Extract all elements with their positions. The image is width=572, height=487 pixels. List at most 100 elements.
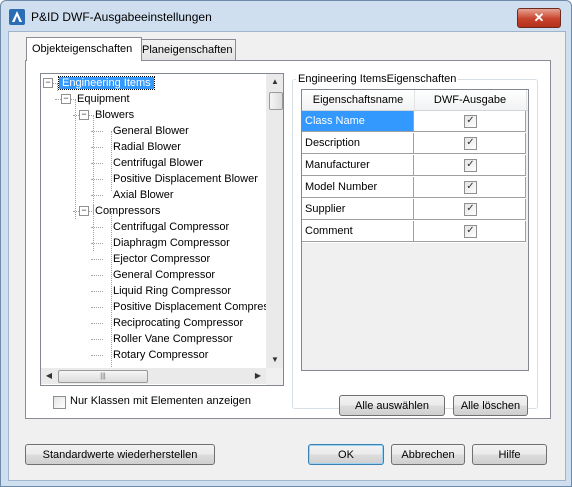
- property-row[interactable]: Description ✓: [302, 133, 526, 155]
- tree-connector: [91, 307, 103, 308]
- properties-grid[interactable]: Eigenschaftsname DWF-Ausgabe Class Name ✓…: [301, 89, 529, 371]
- column-header-property-name[interactable]: Eigenschaftsname: [302, 90, 415, 110]
- help-button[interactable]: Hilfe: [472, 444, 547, 465]
- restore-defaults-button[interactable]: Standardwerte wiederherstellen: [25, 444, 215, 465]
- tree-connector: [91, 355, 103, 356]
- tree-item-label: Engineering Items: [58, 76, 155, 90]
- tree-item-label: General Compressor: [113, 269, 216, 281]
- tree-item[interactable]: Blowers: [95, 107, 134, 123]
- close-icon: ✕: [533, 10, 545, 25]
- tree-item[interactable]: Compressors: [95, 203, 160, 219]
- tree-item[interactable]: Rotary Compressor: [113, 347, 208, 363]
- close-button[interactable]: ✕: [517, 8, 561, 28]
- property-row[interactable]: Class Name ✓: [302, 111, 526, 133]
- dwf-output-cell[interactable]: ✓: [414, 177, 526, 198]
- dwf-output-cell[interactable]: ✓: [414, 111, 526, 132]
- tree-item[interactable]: Liquid Ring Compressor: [113, 283, 231, 299]
- property-row[interactable]: Comment ✓: [302, 221, 526, 243]
- property-name-cell[interactable]: Manufacturer: [302, 155, 414, 176]
- tree-connector: [111, 131, 112, 191]
- scroll-down-icon[interactable]: ▼: [267, 352, 283, 368]
- dwf-output-cell[interactable]: ✓: [414, 133, 526, 154]
- scroll-left-icon[interactable]: ◀: [41, 368, 57, 384]
- tree-collapse-icon[interactable]: −: [61, 94, 71, 104]
- dialog-client-area: Objekteigenschaften Planeigenschaften − E…: [8, 31, 566, 481]
- property-row[interactable]: Supplier ✓: [302, 199, 526, 221]
- tree-item[interactable]: Positive Displacement Blower: [113, 171, 258, 187]
- tree-connector: [75, 99, 76, 219]
- tree-item-label: Centrifugal Blower: [113, 157, 203, 169]
- tree-item[interactable]: Centrifugal Compressor: [113, 219, 229, 235]
- scroll-right-icon[interactable]: ▶: [250, 368, 266, 384]
- tree-item-label: Ejector Compressor: [113, 253, 211, 265]
- property-name-cell[interactable]: Comment: [302, 221, 414, 242]
- tree-item[interactable]: Roller Vane Compressor: [113, 331, 233, 347]
- tree-item-label: Blowers: [95, 109, 135, 121]
- scroll-up-icon[interactable]: ▲: [267, 74, 283, 90]
- dwf-output-checkbox[interactable]: ✓: [464, 137, 477, 150]
- tree-item-label: Equipment: [77, 93, 130, 105]
- property-row[interactable]: Manufacturer ✓: [302, 155, 526, 177]
- dwf-output-checkbox[interactable]: ✓: [464, 225, 477, 238]
- tree-item-label: Radial Blower: [113, 141, 181, 153]
- dwf-output-cell[interactable]: ✓: [414, 199, 526, 220]
- tree-item[interactable]: Reciprocating Compressor: [113, 315, 243, 331]
- dwf-output-cell[interactable]: ✓: [414, 155, 526, 176]
- title-bar[interactable]: P&ID DWF-Ausgabeeinstellungen ✕: [1, 1, 571, 31]
- tree-item-selected[interactable]: Engineering Items: [58, 75, 155, 91]
- tree-connector: [93, 204, 94, 214]
- tab-panel: − Engineering Items − Equipment − Blowers Gene…: [25, 60, 551, 419]
- class-tree[interactable]: − Engineering Items − Equipment − Blowers Gene…: [40, 73, 284, 386]
- tree-connector: [91, 339, 103, 340]
- cancel-button[interactable]: Abbrechen: [391, 444, 465, 465]
- tab-object-properties[interactable]: Objekteigenschaften: [26, 37, 142, 61]
- tree-item[interactable]: Axial Blower: [113, 187, 174, 203]
- scroll-thumb-horizontal[interactable]: |||: [58, 370, 148, 383]
- select-all-button[interactable]: Alle auswählen: [339, 395, 445, 416]
- tree-item[interactable]: Diaphragm Compressor: [113, 235, 230, 251]
- tree-collapse-icon[interactable]: −: [79, 110, 89, 120]
- dwf-output-checkbox[interactable]: ✓: [464, 181, 477, 194]
- tree-item-label: Positive Displacement Compres: [113, 301, 266, 313]
- tree-connector: [111, 211, 112, 368]
- tree-connector: [91, 323, 103, 324]
- tree-item[interactable]: Ejector Compressor: [113, 251, 210, 267]
- tab-label: Objekteigenschaften: [32, 43, 133, 55]
- tree-collapse-icon[interactable]: −: [79, 206, 89, 216]
- tree-item[interactable]: Equipment: [77, 91, 130, 107]
- dwf-output-checkbox[interactable]: ✓: [464, 203, 477, 216]
- dwf-output-checkbox[interactable]: ✓: [464, 159, 477, 172]
- tree-viewport: − Engineering Items − Equipment − Blowers Gene…: [41, 74, 266, 368]
- property-row[interactable]: Model Number ✓: [302, 177, 526, 199]
- dwf-output-checkbox[interactable]: ✓: [464, 115, 477, 128]
- tab-label: Planeigenschaften: [142, 44, 233, 56]
- scroll-thumb-vertical[interactable]: [269, 92, 283, 110]
- tree-item[interactable]: General Compressor: [113, 267, 215, 283]
- property-name-cell[interactable]: Class Name: [302, 111, 414, 132]
- tree-item[interactable]: Centrifugal Blower: [113, 155, 203, 171]
- filter-checkbox-label[interactable]: Nur Klassen mit Elementen anzeigen: [70, 395, 251, 407]
- dialog-window: P&ID DWF-Ausgabeeinstellungen ✕ Objektei…: [0, 0, 572, 487]
- property-name-cell[interactable]: Model Number: [302, 177, 414, 198]
- tree-item-label: Centrifugal Compressor: [113, 221, 230, 233]
- property-name-cell[interactable]: Description: [302, 133, 414, 154]
- tab-sheet-properties[interactable]: Planeigenschaften: [136, 39, 236, 60]
- tree-connector: [91, 275, 103, 276]
- tree-item-label: Rotary Compressor: [113, 349, 209, 361]
- autocad-a-icon: [9, 9, 25, 25]
- tree-item[interactable]: Positive Displacement Compres: [113, 299, 266, 315]
- ok-button[interactable]: OK: [308, 444, 384, 465]
- column-header-dwf-output[interactable]: DWF-Ausgabe: [414, 90, 527, 110]
- tree-horizontal-scrollbar[interactable]: ◀ ||| ▶: [41, 368, 266, 384]
- tree-connector: [93, 115, 94, 251]
- tree-item[interactable]: Radial Blower: [113, 139, 181, 155]
- clear-all-button[interactable]: Alle löschen: [453, 395, 528, 416]
- tree-item[interactable]: General Blower: [113, 123, 189, 139]
- filter-checkbox[interactable]: [53, 396, 66, 409]
- tree-connector: [91, 291, 103, 292]
- tree-collapse-icon[interactable]: −: [43, 78, 53, 88]
- property-name-cell[interactable]: Supplier: [302, 199, 414, 220]
- tree-item-label: Roller Vane Compressor: [113, 333, 233, 345]
- dwf-output-cell[interactable]: ✓: [414, 221, 526, 242]
- tree-vertical-scrollbar[interactable]: ▲ ▼: [266, 74, 283, 368]
